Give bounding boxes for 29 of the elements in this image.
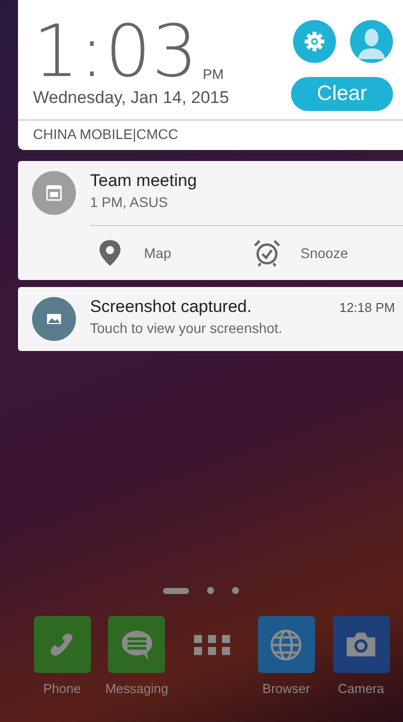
notification-card[interactable]: Team meeting 1 PM, ASUS Map Snooze xyxy=(18,161,403,280)
image-icon xyxy=(32,297,76,341)
browser-app-icon[interactable] xyxy=(258,616,315,673)
notification-title: Screenshot captured. xyxy=(90,297,252,317)
app-label: Browser xyxy=(262,681,310,696)
app-label: Camera xyxy=(338,681,384,696)
notification-action[interactable]: Snooze xyxy=(246,226,403,280)
date-text: Wednesday, Jan 14, 2015 xyxy=(33,88,229,108)
clock-ampm: PM xyxy=(202,66,224,82)
notification-text: 1 PM, ASUS xyxy=(90,194,169,210)
notification-text: Touch to view your screenshot. xyxy=(90,320,284,336)
user-avatar-icon[interactable] xyxy=(350,20,393,63)
notification-action[interactable]: Map xyxy=(90,226,246,280)
clock-time: 1:03 xyxy=(33,18,199,84)
notification-title: Team meeting xyxy=(90,171,197,191)
carrier-name: CHINA MOBILE|CMCC xyxy=(33,126,178,142)
calendar-icon xyxy=(32,171,76,215)
notification-time: 12:18 PM xyxy=(339,300,395,315)
alarm-clock-icon xyxy=(252,239,280,267)
page-indicator[interactable] xyxy=(206,587,214,594)
app-label: Phone xyxy=(43,681,81,696)
camera-app-icon[interactable] xyxy=(332,616,390,673)
app-label: Messaging xyxy=(105,681,168,696)
page-indicator[interactable] xyxy=(162,588,188,594)
page-indicator[interactable] xyxy=(232,587,238,594)
messaging-app-icon[interactable] xyxy=(108,616,166,673)
phone-app-icon[interactable] xyxy=(34,616,90,673)
notification-card[interactable]: Screenshot captured. 12:18 PM Touch to view your screenshot. xyxy=(18,287,403,351)
settings-icon[interactable] xyxy=(293,20,336,63)
